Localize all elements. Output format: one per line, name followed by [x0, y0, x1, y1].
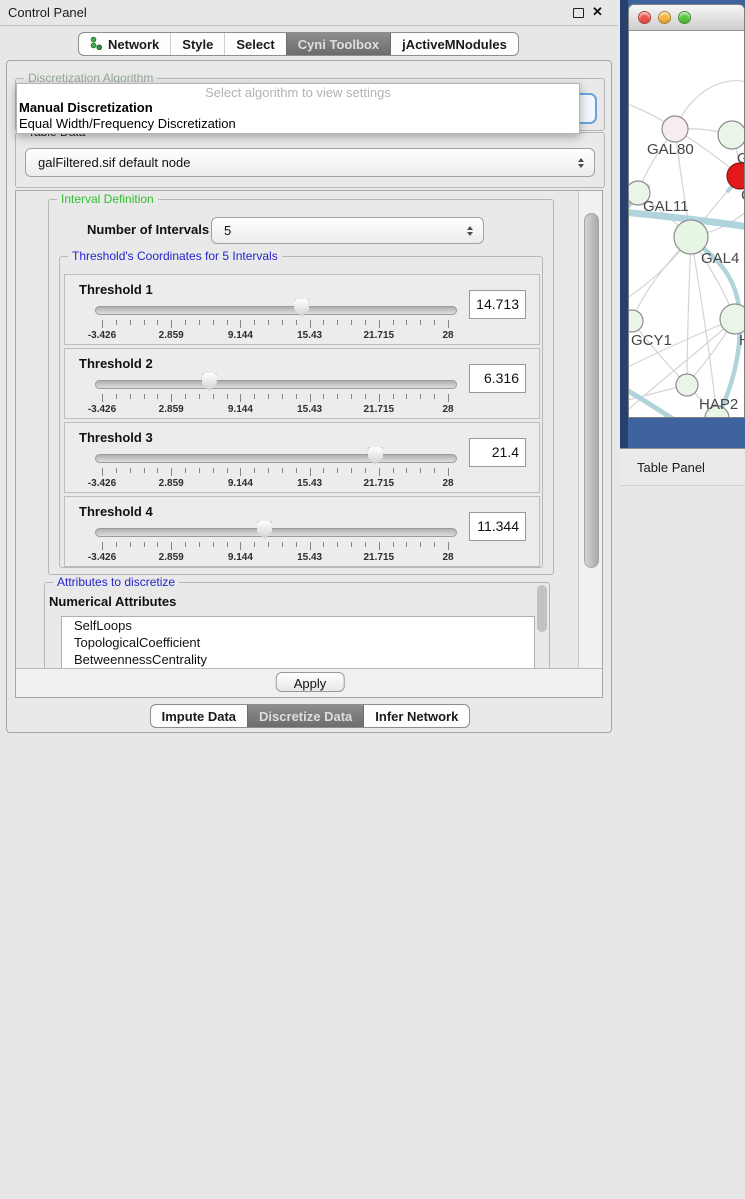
number-of-intervals-label: Number of Intervals	[87, 222, 209, 237]
combo-spinner-icon	[578, 158, 584, 168]
bottom-tab-discretize-data[interactable]: Discretize Data	[247, 705, 363, 727]
numerical-attributes-list[interactable]: SelfLoopsTopologicalCoefficientBetweenne…	[61, 616, 535, 672]
float-window-icon[interactable]	[573, 8, 584, 18]
slider-track[interactable]	[95, 454, 457, 463]
minimize-traffic-light-icon[interactable]	[658, 11, 671, 24]
panel-title: Control Panel	[8, 0, 87, 25]
network-canvas[interactable]: GAL80 GAL C GAL11 GAL4 GCY1 HA HAP2	[629, 30, 744, 418]
zoom-traffic-light-icon[interactable]	[678, 11, 691, 24]
network-view-window: GAL80 GAL C GAL11 GAL4 GCY1 HA HAP2	[628, 4, 745, 418]
tab-label: Network	[108, 37, 159, 52]
control-panel-tabs: Network Style Select Cyni Toolbox jActiveMNo…	[78, 32, 519, 56]
panel-scrollbar-thumb[interactable]	[584, 213, 599, 568]
gcy1-node[interactable]	[629, 310, 643, 332]
panel-scrollbar-track[interactable]	[578, 191, 603, 668]
slider-track[interactable]	[95, 306, 457, 315]
apply-button[interactable]: Apply	[276, 672, 345, 692]
attribute-item-topologicalcoefficient[interactable]: TopologicalCoefficient	[62, 634, 534, 651]
attributes-title: Attributes to discretize	[53, 575, 179, 590]
threshold-value-field[interactable]: 21.4	[469, 438, 526, 467]
close-traffic-light-icon[interactable]	[638, 11, 651, 24]
tab-cyni-toolbox[interactable]: Cyni Toolbox	[286, 33, 390, 55]
node-label-hap2: HAP2	[699, 396, 738, 413]
network-window-titlebar	[629, 5, 744, 31]
tab-jactivemnodules[interactable]: jActiveMNodules	[390, 33, 518, 55]
right-node[interactable]	[720, 304, 744, 334]
slider-track[interactable]	[95, 528, 457, 537]
threshold-row-1: Threshold 1-3.4262.8599.14415.4321.71528…	[64, 274, 540, 345]
threshold-value-field[interactable]: 14.713	[469, 290, 526, 319]
tab-label: Select	[236, 37, 274, 52]
algorithm-placeholder-option[interactable]: Select algorithm to view settings	[17, 85, 579, 100]
gal80-node[interactable]	[662, 116, 688, 142]
settings-scroll-panel: Interval Definition Number of Intervals …	[15, 190, 603, 698]
node-label-c: C	[741, 187, 744, 204]
network-icon	[90, 36, 103, 53]
combo-spinner-icon	[467, 226, 473, 236]
threshold-row-3: Threshold 3-3.4262.8599.14415.4321.71528…	[64, 422, 540, 493]
number-of-intervals-combobox[interactable]: 5	[211, 217, 484, 244]
interval-definition-label: Interval Definition	[57, 192, 158, 207]
threshold-label: Threshold 1	[79, 282, 153, 297]
node-label-gal11: GAL11	[643, 198, 689, 215]
tab-label: Infer Network	[375, 709, 458, 724]
tab-label: Style	[182, 37, 213, 52]
cyni-bottom-tabs: Impute Data Discretize Data Infer Network	[150, 704, 471, 728]
tab-select[interactable]: Select	[224, 33, 285, 55]
top-right-node[interactable]	[718, 121, 744, 149]
number-of-intervals-value: 5	[224, 218, 231, 243]
tab-style[interactable]: Style	[170, 33, 224, 55]
table-panel-title: Table Panel	[637, 449, 705, 487]
threshold-row-2: Threshold 2-3.4262.8599.14415.4321.71528…	[64, 348, 540, 419]
node-label-gal: GAL	[737, 150, 744, 167]
threshold-value-field[interactable]: 11.344	[469, 512, 526, 541]
numerical-attributes-label: Numerical Attributes	[49, 594, 176, 609]
node-label-gal4: GAL4	[701, 250, 739, 267]
tab-label: jActiveMNodules	[402, 37, 507, 52]
threshold-label: Threshold 2	[79, 356, 153, 371]
tab-label: Impute Data	[162, 709, 236, 724]
attributes-to-discretize-group: Attributes to discretize Numerical Attri…	[44, 582, 550, 678]
node-label-gal80: GAL80	[647, 141, 694, 158]
table-data-combobox[interactable]: galFiltered.sif default node	[25, 148, 595, 177]
bottom-tab-impute-data[interactable]: Impute Data	[151, 705, 247, 727]
threshold-label: Threshold 3	[79, 430, 153, 445]
gal4-node[interactable]	[674, 220, 708, 254]
attribute-item-selfloops[interactable]: SelfLoops	[62, 617, 534, 634]
tab-label: Cyni Toolbox	[298, 37, 379, 52]
node-label-gcy1: GCY1	[631, 332, 672, 349]
attribute-item-betweennesscentrality[interactable]: BetweennessCentrality	[62, 651, 534, 668]
apply-button-strip: Apply	[16, 668, 603, 698]
table-panel-titlebar: Table Panel	[620, 448, 745, 486]
interval-definition-group: Interval Definition Number of Intervals …	[48, 199, 554, 575]
table-panel-body: ⚙ ☑ ☑ shared...na YDL19...YDL1YDR27...YD…	[620, 486, 745, 745]
network-edge	[687, 237, 691, 385]
table-data-value: galFiltered.sif default node	[38, 149, 190, 176]
control-panel-titlebar: Control Panel ✕	[0, 0, 618, 26]
cyni-toolbox-panel: Discretization Algorithm Select algorith…	[6, 60, 612, 733]
threshold-value-field[interactable]: 6.316	[469, 364, 526, 393]
thresholds-title: Threshold's Coordinates for 5 Intervals	[68, 249, 282, 264]
algorithm-option-equal-width-frequency-discretization[interactable]: Equal Width/Frequency Discretization	[17, 116, 579, 132]
slider-track[interactable]	[95, 380, 457, 389]
threshold-row-4: Threshold 4-3.4262.8599.14415.4321.71528…	[64, 496, 540, 567]
hap2-node[interactable]	[676, 374, 698, 396]
node-label-ha: HA	[739, 332, 744, 349]
tab-label: Discretize Data	[259, 709, 352, 724]
algorithm-options-list: Manual DiscretizationEqual Width/Frequen…	[17, 100, 579, 132]
tab-network[interactable]: Network	[79, 33, 170, 55]
close-icon[interactable]: ✕	[592, 4, 603, 20]
thresholds-group: Threshold's Coordinates for 5 Intervals …	[59, 256, 543, 568]
bottom-tab-infer-network[interactable]: Infer Network	[363, 705, 469, 727]
algorithm-option-manual-discretization[interactable]: Manual Discretization	[17, 100, 579, 116]
algorithm-dropdown-popup: Select algorithm to view settings Manual…	[16, 83, 580, 134]
network-edge	[632, 321, 687, 385]
threshold-label: Threshold 4	[79, 504, 153, 519]
list-scrollbar-thumb[interactable]	[537, 585, 547, 632]
